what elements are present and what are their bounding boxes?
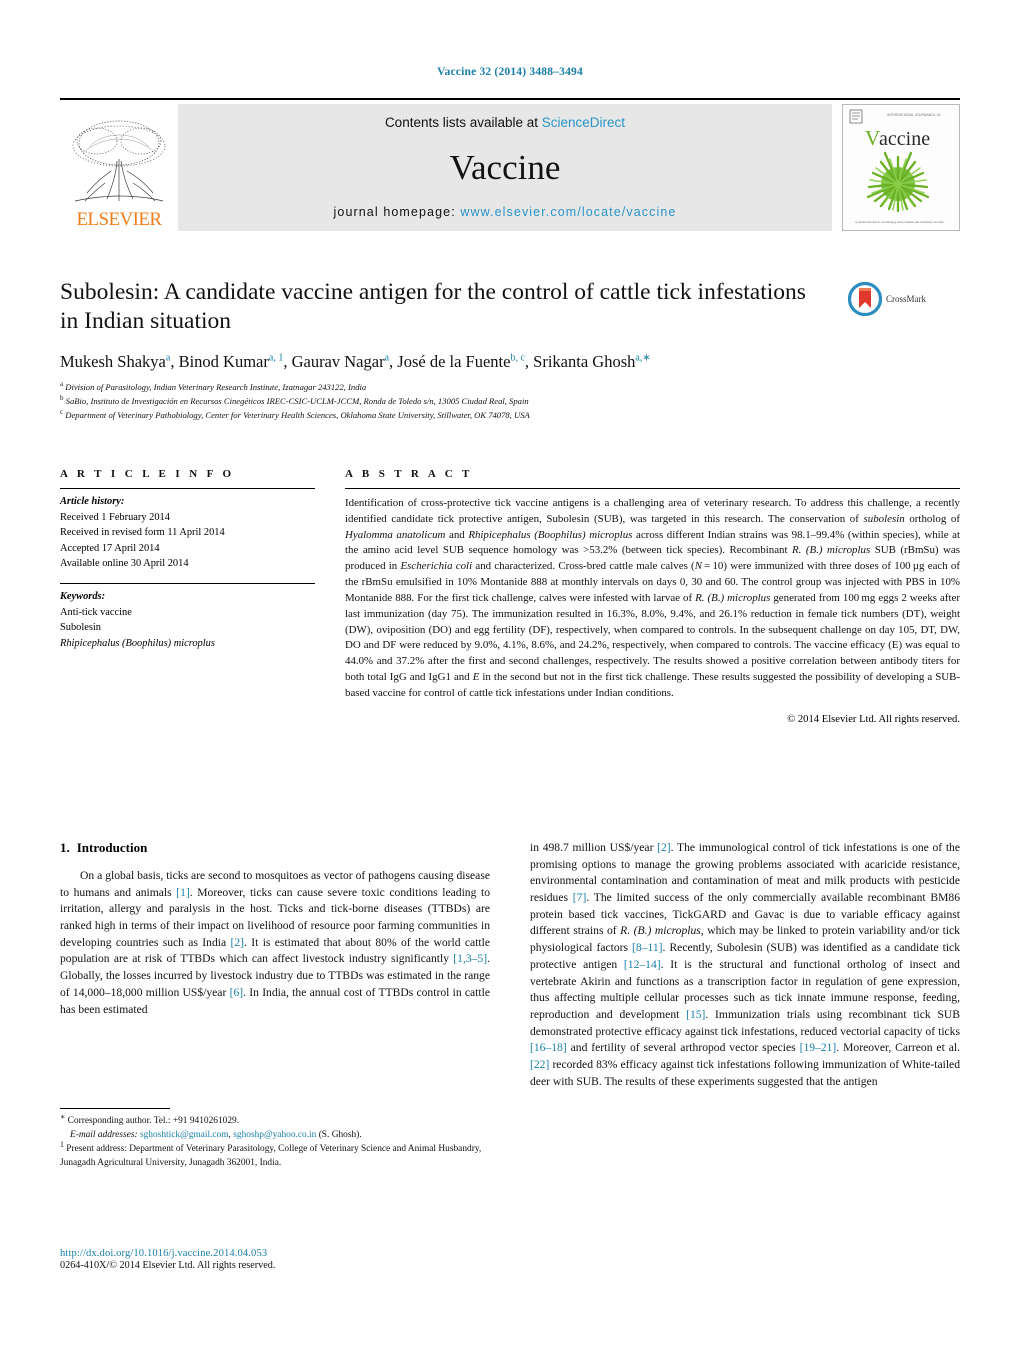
history-accepted: Accepted 17 April 2014 [60,542,160,554]
article-history-label: Article history: [60,496,125,507]
contents-available-line: Contents lists available at ScienceDirec… [385,115,625,130]
affiliation-text-a: Division of Parasitology, Indian Veterin… [65,382,367,393]
svg-text:INTERNATIONAL JOURNAL: INTERNATIONAL JOURNAL [887,113,931,117]
footer-block: http://dx.doi.org/10.1016/j.vaccine.2014… [60,1248,490,1271]
journal-homepage-line: journal homepage: www.elsevier.com/locat… [334,205,677,219]
affiliation-c: c Department of Veterinary Pathobiology,… [60,409,960,423]
homepage-prefix: journal homepage: [333,205,461,219]
abstract-text: Identification of cross-protective tick … [345,497,961,699]
footnote-corresponding-author: ∗ Corresponding author. Tel.: +91 941026… [60,1111,240,1126]
section-heading-introduction: 1. Introduction [60,840,490,856]
email-link-gmail[interactable]: sghoshtick@gmail.com [140,1130,229,1140]
keywords-label: Keywords: [60,591,106,603]
section-number: 1. [60,840,70,855]
affiliation-text-c: Department of Veterinary Pathobiology, C… [65,410,530,421]
masthead-center: Contents lists available at ScienceDirec… [178,104,832,231]
issn-copyright-line: 0264-410X/© 2014 Elsevier Ltd. All right… [60,1260,276,1271]
affiliation-a: a Division of Parasitology, Indian Veter… [60,381,960,395]
intro-paragraph-left: On a global basis, ticks are second to m… [60,869,490,1016]
running-head: Vaccine 32 (2014) 3488–3494 [437,66,583,78]
author-list: Mukesh Shakyaa, Binod Kumara, 1, Gaurav … [60,352,651,372]
article-history-group: Article history: Received 1 February 201… [60,489,315,572]
history-received: Received 1 February 2014 [60,511,170,523]
svg-text:V: V [865,126,880,150]
keyword-item: Subolesin [60,622,101,634]
elsevier-logo: ELSEVIER [60,104,178,231]
affiliation-marker-c: c [60,408,64,417]
article-page: Vaccine 32 (2014) 3488–3494 ELSEVIER Con… [0,0,1020,1351]
intro-paragraph-right: in 498.7 million US$/year [2]. The immun… [530,841,961,1088]
keyword-item: Anti-tick vaccine [60,606,132,618]
journal-cover-thumbnail: INTERNATIONAL JOURNAL VOL 32 V accine A … [842,104,960,231]
abstract-copyright: © 2014 Elsevier Ltd. All rights reserved… [787,713,960,725]
keyword-item: Rhipicephalus (Boophilus) microplus [60,637,215,649]
affiliation-text-b: SaBio, Instituto de Investigación en Rec… [65,396,529,407]
section-title: Introduction [76,840,148,855]
elsevier-wordmark: ELSEVIER [76,209,163,230]
email-link-yahoo[interactable]: sghoshp@yahoo.co.in [233,1130,316,1140]
contents-prefix: Contents lists available at [384,115,542,130]
crossmark-icon [848,282,882,316]
footnote-emails: E-mail addresses: sghoshtick@gmail.com, … [60,1128,490,1142]
affiliation-list: a Division of Parasitology, Indian Veter… [60,381,960,423]
doi-link[interactable]: http://dx.doi.org/10.1016/j.vaccine.2014… [60,1248,490,1259]
body-column-left: 1. Introduction On a global basis, ticks … [60,840,490,1090]
history-online: Available online 30 April 2014 [60,558,189,570]
journal-homepage-link[interactable]: www.elsevier.com/locate/vaccine [460,205,676,219]
vaccine-cover-art: INTERNATIONAL JOURNAL VOL 32 V accine A … [843,105,957,230]
affiliation-marker-b: b [60,394,64,403]
history-revised: Received in revised form 11 April 2014 [60,527,225,539]
svg-text:A journal devoted to vaccinolo: A journal devoted to vaccinology and to … [855,220,945,224]
svg-text:VOL 32: VOL 32 [929,113,940,117]
footnote-rule [60,1108,170,1109]
affiliation-marker-a: a [60,380,64,389]
article-info-column: A R T I C L E I N F O Article history: R… [60,468,315,725]
sciencedirect-link[interactable]: ScienceDirect [542,115,625,130]
crossmark-badge[interactable]: CrossMark [848,282,960,316]
journal-masthead: ELSEVIER Contents lists available at Sci… [60,98,960,231]
footnote-block: ∗ Corresponding author. Tel.: +91 941026… [60,1108,490,1170]
article-info-heading: A R T I C L E I N F O [60,468,235,480]
affiliation-b: b SaBio, Instituto de Investigación en R… [60,395,960,409]
crossmark-label: CrossMark [886,294,926,304]
email-label: E-mail addresses: [70,1130,138,1141]
abstract-column: A B S T R A C T Identification of cross-… [345,468,960,725]
info-abstract-row: A R T I C L E I N F O Article history: R… [60,468,960,725]
keywords-group: Keywords: Anti-tick vaccine Subolesin Rh… [60,584,315,651]
svg-text:accine: accine [879,128,930,150]
journal-title: Vaccine [449,148,561,187]
email-suffix: (S. Ghosh). [318,1130,362,1141]
title-block: Subolesin: A candidate vaccine antigen f… [60,278,960,423]
footnote-present-address: 1 Present address: Department of Veterin… [60,1140,482,1169]
body-columns: 1. Introduction On a global basis, ticks … [60,840,960,1090]
body-column-right: in 498.7 million US$/year [2]. The immun… [530,840,960,1090]
elsevier-tree-icon [72,120,166,202]
abstract-heading: A B S T R A C T [345,468,473,480]
page-title: Subolesin: A candidate vaccine antigen f… [60,279,806,334]
